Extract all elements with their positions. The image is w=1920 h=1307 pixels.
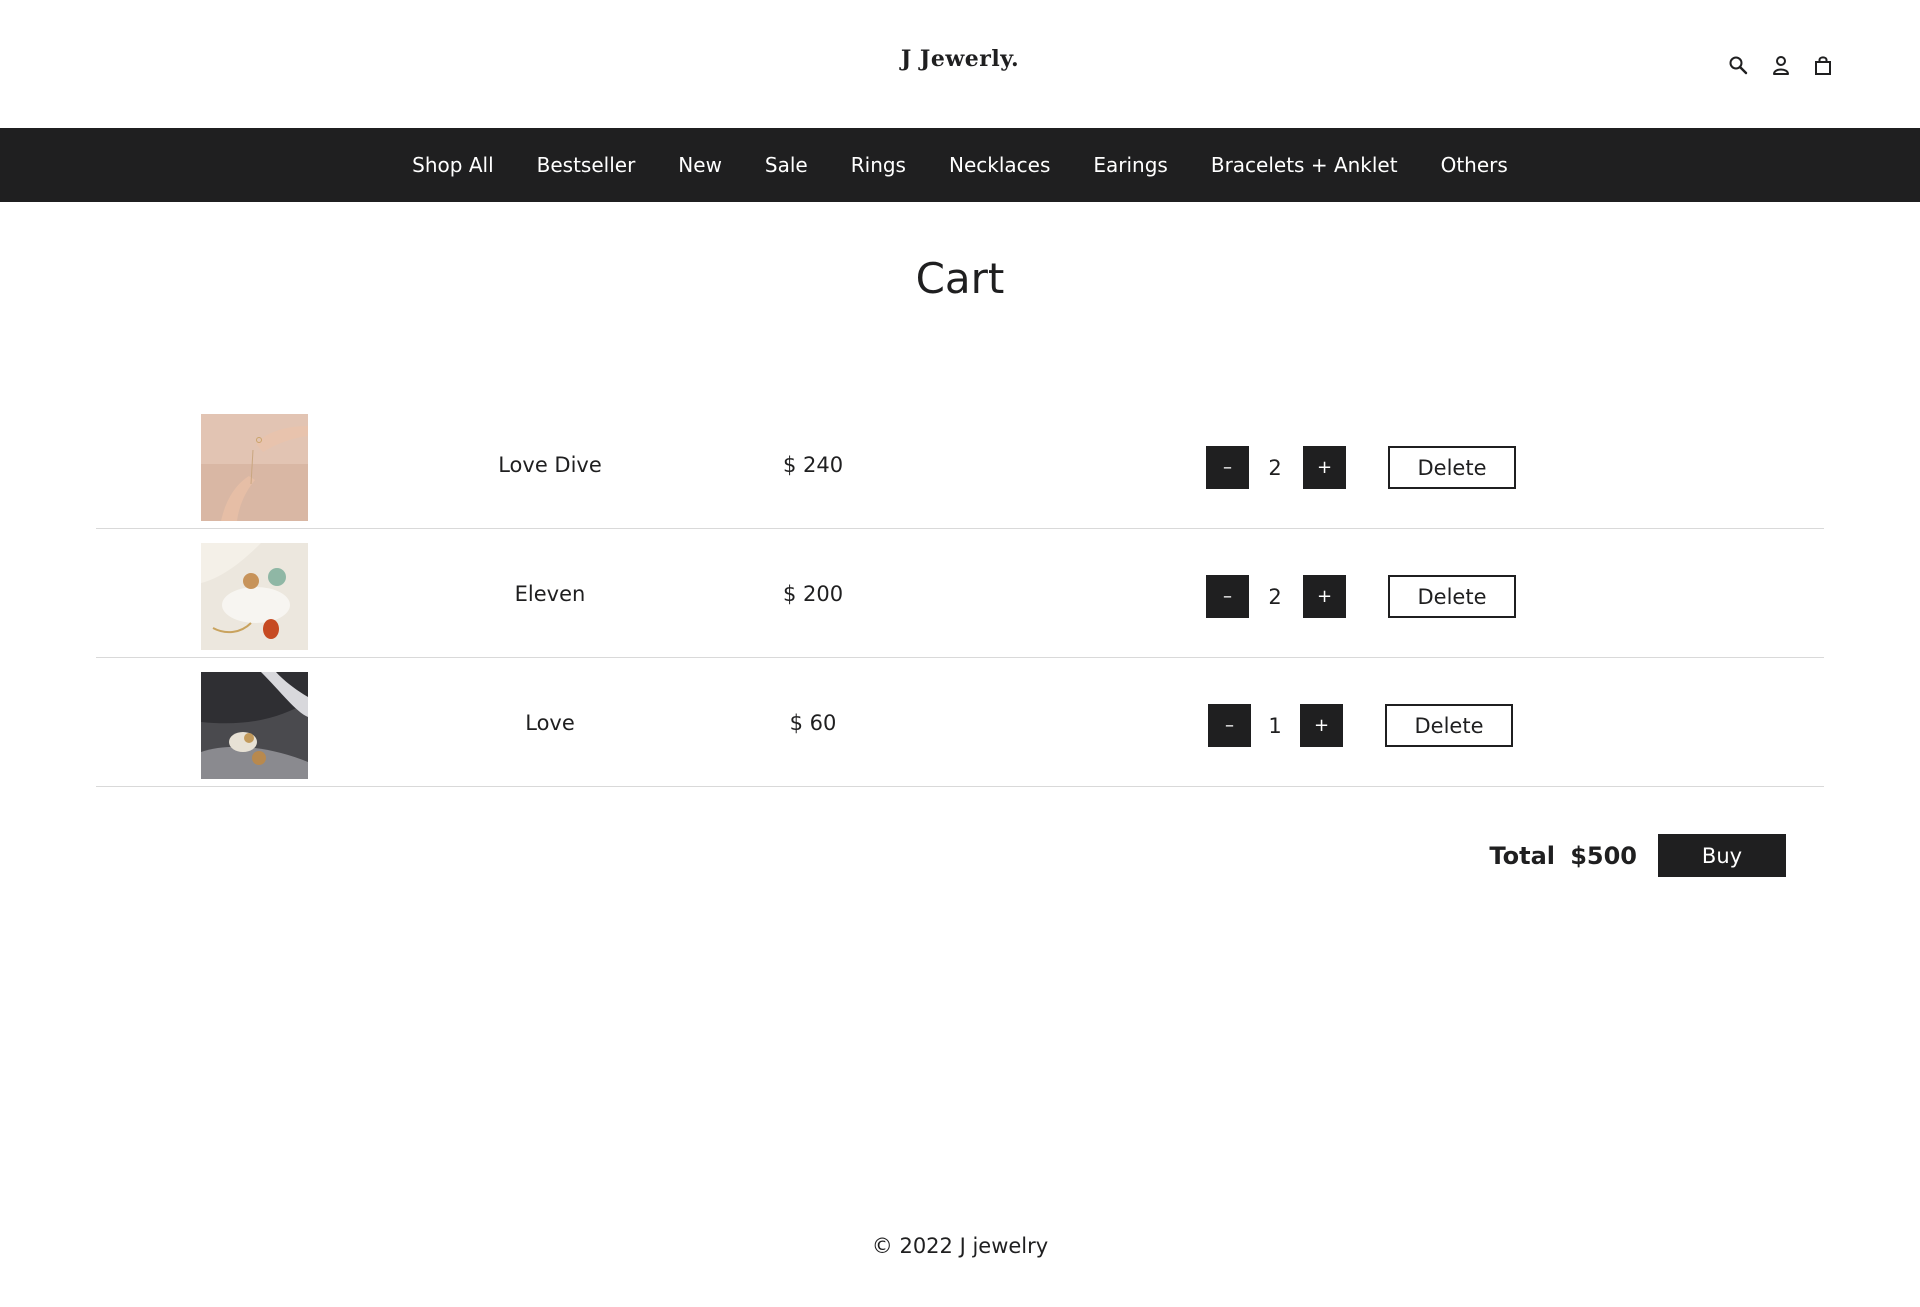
nav-item-earings[interactable]: Earings [1093,153,1167,177]
item-price: $ 200 [782,581,844,606]
main-nav: Shop All Bestseller New Sale Rings Neckl… [0,128,1920,202]
user-icon[interactable] [1769,52,1793,78]
bag-icon[interactable] [1811,52,1835,78]
item-name: Eleven [514,581,586,606]
quantity-value: 2 [1268,584,1282,609]
cart-summary: Total $500 Buy [0,834,1920,877]
total-label: Total [1489,841,1555,870]
cart-row: Eleven $ 200 – 2 + Delete [96,529,1824,658]
nav-item-new[interactable]: New [678,153,722,177]
delete-button[interactable]: Delete [1388,446,1516,489]
product-image[interactable] [201,414,308,521]
site-header: J Jewerly. [0,0,1920,128]
buy-button[interactable]: Buy [1658,834,1786,877]
header-icons [0,52,1920,78]
item-name: Love [525,710,575,735]
product-image[interactable] [201,672,308,779]
decrease-quantity-button[interactable]: – [1208,704,1251,747]
cart-row: Love Dive $ 240 – 2 + Delete [96,400,1824,529]
cart-list: Love Dive $ 240 – 2 + Delete Eleven $ 20… [96,400,1824,787]
quantity-value: 1 [1268,713,1282,738]
item-name: Love Dive [498,452,602,477]
footer-copyright: © 2022 J jewelry [871,1234,1049,1258]
nav-item-sale[interactable]: Sale [765,153,808,177]
item-price: $ 60 [789,710,837,735]
nav-item-shop-all[interactable]: Shop All [412,153,493,177]
delete-button[interactable]: Delete [1388,575,1516,618]
product-image[interactable] [201,543,308,650]
decrease-quantity-button[interactable]: – [1206,575,1249,618]
page-title: Cart [915,254,1005,303]
item-price: $ 240 [782,452,844,477]
search-icon[interactable] [1726,52,1750,78]
increase-quantity-button[interactable]: + [1303,446,1346,489]
increase-quantity-button[interactable]: + [1300,704,1343,747]
quantity-value: 2 [1268,455,1282,480]
cart-row: Love $ 60 – 1 + Delete [96,658,1824,787]
delete-button[interactable]: Delete [1385,704,1513,747]
nav-item-bracelets-anklet[interactable]: Bracelets + Anklet [1211,153,1398,177]
total-value: $500 [1570,841,1637,870]
increase-quantity-button[interactable]: + [1303,575,1346,618]
nav-item-rings[interactable]: Rings [851,153,906,177]
nav-item-necklaces[interactable]: Necklaces [949,153,1050,177]
decrease-quantity-button[interactable]: – [1206,446,1249,489]
nav-item-others[interactable]: Others [1441,153,1508,177]
nav-item-bestseller[interactable]: Bestseller [537,153,636,177]
